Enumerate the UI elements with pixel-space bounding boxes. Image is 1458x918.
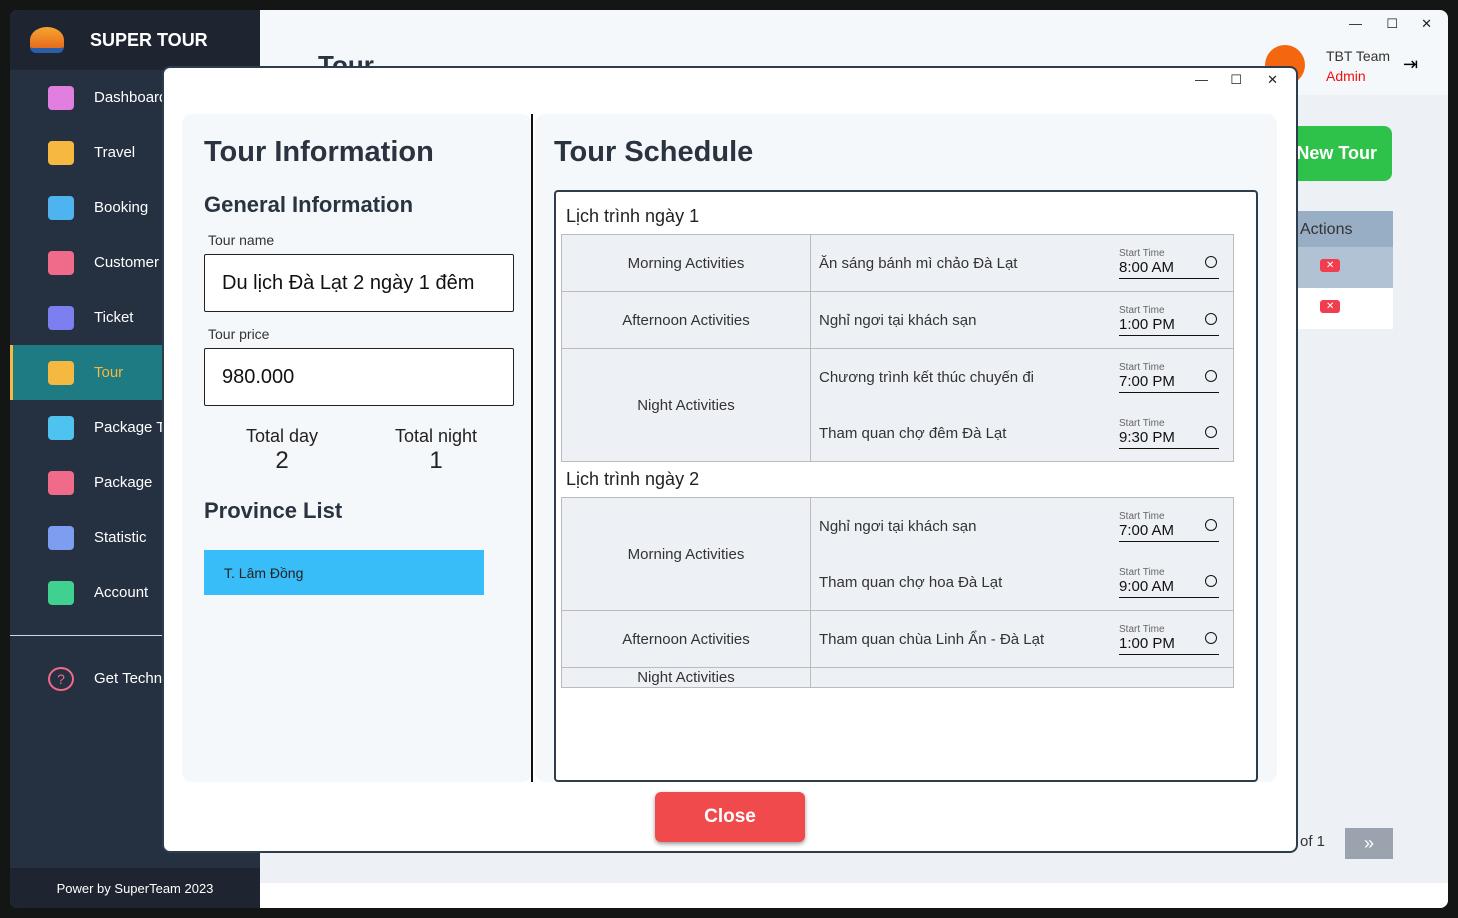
bag-icon [48,415,74,440]
logout-icon[interactable]: ⇥ [1403,54,1418,75]
group-name: Afternoon Activities [561,291,811,349]
clock-icon[interactable] [1205,312,1217,325]
tour-price-label: Tour price [208,326,270,342]
id-card-icon [48,580,74,605]
info-title: Tour Information [204,136,434,168]
plane-icon [48,140,74,165]
hand-icon [48,195,74,220]
bottom-bar [260,883,1448,908]
maximize-icon[interactable]: ☐ [1230,72,1242,88]
activity: Chương trình kết thúc chuyến đi Start Tim… [811,349,1233,405]
maximize-icon[interactable]: ☐ [1386,16,1398,32]
new-tour-button[interactable]: New Tour [1288,126,1392,181]
day-table: Morning Activities Nghỉ ngơi tại khách sạ… [561,497,1234,688]
start-time-picker[interactable]: Start Time 7:00 PM [1119,362,1219,393]
tour-detail-dialog: — ☐ ✕ Tour Information General Informati… [162,66,1298,853]
day-table: Morning Activities Ăn sáng bánh mì chảo Đ… [561,234,1234,462]
tour-info-panel: Tour Information General Information Tou… [182,114,532,782]
delete-icon[interactable]: ✕ [1320,300,1341,313]
divider [531,114,533,782]
group-name: Night Activities [561,667,811,688]
activity: Tham quan chợ đêm Đà Lạt Start Time 9:30 P… [811,405,1233,461]
total-day: Total day 2 [245,426,319,474]
group-name: Night Activities [561,348,811,462]
start-time-picker[interactable]: Start Time 9:00 AM [1119,567,1219,598]
tour-name-label: Tour name [208,232,275,248]
activity: Nghỉ ngơi tại khách sạn Start Time 1:00 PM [811,292,1233,348]
delete-icon[interactable]: ✕ [1320,259,1341,272]
day-title: Lịch trình ngày 2 [566,469,700,489]
activity-group: Morning Activities Nghỉ ngơi tại khách sạ… [561,497,1234,611]
tour-price-input[interactable]: 980.000 [204,348,514,406]
activity-group: Night Activities Chương trình kết thúc ch… [561,348,1234,462]
ticket-icon [48,305,74,330]
group-name: Morning Activities [561,497,811,611]
activity-group: Afternoon Activities Nghỉ ngơi tại khách … [561,291,1234,349]
clock-icon[interactable] [1205,518,1217,531]
group-activities: Ăn sáng bánh mì chảo Đà Lạt Start Time 8:0… [810,234,1234,292]
province-title: Province List [204,498,343,523]
group-name: Afternoon Activities [561,610,811,668]
schedule-title: Tour Schedule [554,136,754,168]
group-activities: Chương trình kết thúc chuyến đi Start Tim… [810,348,1234,462]
activity: Nghỉ ngơi tại khách sạn Start Time 7:00 AM [811,498,1233,554]
group-activities: Nghỉ ngơi tại khách sạn Start Time 1:00 PM [810,291,1234,349]
minimize-icon[interactable]: — [1349,16,1362,31]
group-activities: Nghỉ ngơi tại khách sạn Start Time 7:00 AM… [810,497,1234,611]
help-icon: ? [48,666,74,691]
activity: Ăn sáng bánh mì chảo Đà Lạt Start Time 8:0… [811,235,1233,291]
bag-icon [48,470,74,495]
clock-icon[interactable] [1205,631,1217,644]
contact-icon [48,250,74,275]
database-icon [48,525,74,550]
activity-group: Afternoon Activities Tham quan chùa Linh … [561,610,1234,668]
group-name: Morning Activities [561,234,811,292]
user-role: Admin [1326,68,1366,84]
activity: Tham quan chợ hoa Đà Lạt Start Time 9:00 A… [811,554,1233,610]
activity-group: Morning Activities Ăn sáng bánh mì chảo Đ… [561,234,1234,292]
clock-icon[interactable] [1205,369,1217,382]
user-name: TBT Team [1326,48,1391,64]
minimize-icon[interactable]: — [1195,72,1208,87]
start-time-picker[interactable]: Start Time 1:00 PM [1119,305,1219,336]
clock-icon[interactable] [1205,574,1217,587]
close-window-icon[interactable]: ✕ [1421,16,1432,32]
total-night: Total night 1 [394,426,478,474]
tour-name-input[interactable]: Du lịch Đà Lạt 2 ngày 1 đêm [204,254,514,312]
group-activities [810,667,1234,688]
brand: SUPER TOUR [10,10,260,70]
close-dialog-icon[interactable]: ✕ [1267,72,1278,88]
logo [30,27,64,53]
group-activities: Tham quan chùa Linh Ẩn - Đà Lạt Start Tim… [810,610,1234,668]
footer: Power by SuperTeam 2023 [10,868,260,908]
start-time-picker[interactable]: Start Time 8:00 AM [1119,248,1219,279]
schedule-list[interactable]: Lịch trình ngày 1 Morning Activities Ăn sá… [554,190,1258,782]
calendar-plus-icon [48,360,74,385]
province-item[interactable]: T. Lâm Đồng [204,550,484,595]
start-time-picker[interactable]: Start Time 7:00 AM [1119,511,1219,542]
day-title: Lịch trình ngày 1 [566,206,700,226]
table-row: ✕ [1290,288,1393,329]
close-button[interactable]: Close [655,792,805,842]
activity-group: Night Activities [561,667,1234,688]
table-row: ✕ [1290,247,1393,288]
pagination-text: of 1 [1300,833,1326,850]
next-page-button[interactable]: » [1345,828,1393,859]
start-time-picker[interactable]: Start Time 1:00 PM [1119,624,1219,655]
home-icon [48,85,74,110]
actions-header: Actions [1290,211,1393,247]
app-title: SUPER TOUR [90,29,208,50]
start-time-picker[interactable]: Start Time 9:30 PM [1119,418,1219,449]
clock-icon[interactable] [1205,255,1217,268]
activity: Tham quan chùa Linh Ẩn - Đà Lạt Start Tim… [811,611,1233,667]
clock-icon[interactable] [1205,425,1217,438]
general-title: General Information [204,192,414,217]
